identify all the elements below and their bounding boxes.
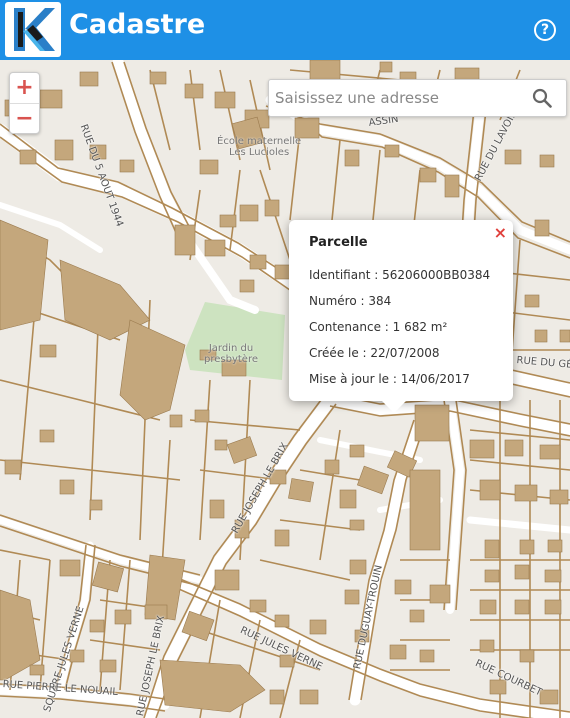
zoom-control: + − [9, 72, 40, 134]
popup-row-mise-a-jour: Mise à jour le : 14/06/2017 [309, 372, 470, 386]
popup-row-contenance: Contenance : 1 682 m² [309, 320, 448, 334]
zoom-out-button[interactable]: − [10, 104, 39, 134]
address-search-input[interactable] [275, 88, 523, 108]
popup-title: Parcelle [309, 235, 368, 250]
poi-school-line2: Les Lucioles [228, 147, 290, 158]
poi-school-line1: École maternelle [217, 136, 302, 147]
poi-garden-line2: presbytère [204, 354, 258, 365]
popup-row-identifiant: Identifiant : 56206000BB0384 [309, 268, 491, 282]
popup-row-creee: Créée le : 22/07/2008 [309, 346, 440, 360]
close-icon[interactable]: × [494, 223, 507, 242]
app-header: Cadastre ? [0, 0, 570, 60]
popup-row-numero: Numéro : 384 [309, 294, 392, 308]
search-icon[interactable] [532, 88, 552, 108]
parcel-popup: × Parcelle Identifiant : 56206000BB0384 … [289, 220, 513, 413]
app-logo [5, 2, 61, 57]
zoom-in-button[interactable]: + [10, 73, 39, 104]
app-title: Cadastre [69, 9, 206, 40]
poi-school-label: École maternelle Les Lucioles [217, 136, 301, 158]
popup-tip [382, 401, 406, 413]
help-icon[interactable]: ? [534, 19, 556, 41]
logo-k-icon [14, 8, 55, 51]
address-search [268, 79, 567, 117]
poi-garden-label: Jardin du presbytère [204, 343, 258, 365]
poi-garden-line1: Jardin du [208, 343, 254, 354]
